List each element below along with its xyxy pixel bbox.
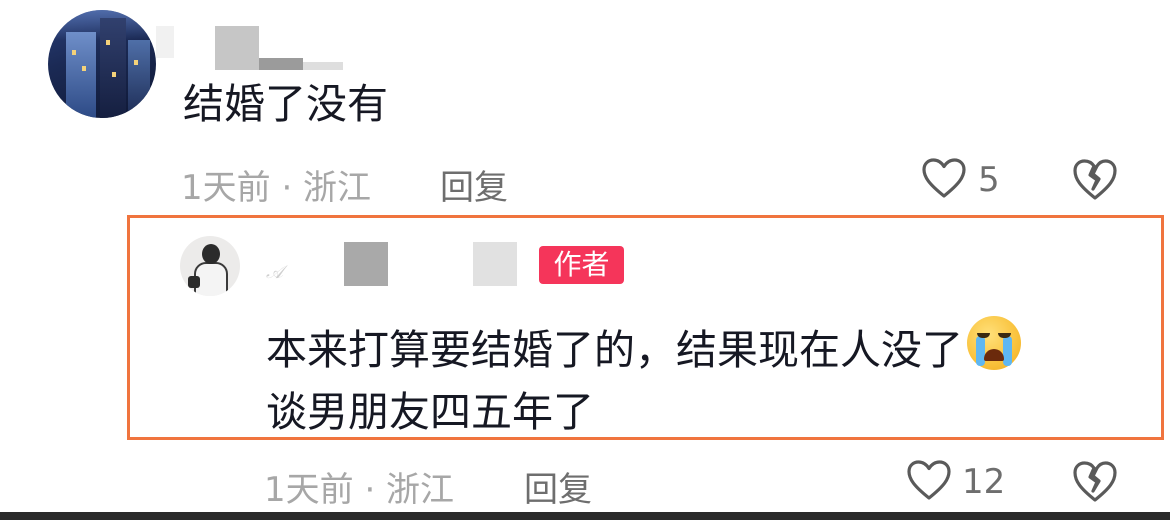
- crying-face-emoji: [967, 316, 1021, 370]
- comment-text: 结婚了没有: [183, 80, 388, 128]
- comment-timestamp-location: 1天前 · 浙江: [181, 168, 372, 208]
- reply-button[interactable]: 回复: [524, 462, 592, 511]
- username-redaction: [156, 26, 174, 58]
- reply-button[interactable]: 回复: [440, 160, 508, 209]
- reply-text: 本来打算要结婚了的，结果现在人没了: [266, 326, 963, 374]
- username-redaction: 𝒜: [266, 262, 284, 283]
- author-badge: 作者: [539, 246, 624, 284]
- commenter-avatar[interactable]: [48, 10, 156, 118]
- username-redaction: [473, 242, 517, 286]
- reply-text-line-2: 谈男朋友四五年了: [266, 388, 594, 436]
- broken-heart-icon[interactable]: [1072, 157, 1118, 201]
- like-count: 5: [978, 160, 1000, 200]
- username-redaction: [215, 26, 259, 70]
- reply-timestamp-location: 1天前 · 浙江: [264, 470, 455, 510]
- username-redaction: [303, 62, 343, 70]
- heart-outline-icon[interactable]: [906, 459, 952, 501]
- broken-heart-icon[interactable]: [1072, 459, 1118, 503]
- bottom-divider: [0, 512, 1170, 520]
- username-redaction: [259, 58, 303, 70]
- username-redaction: [344, 242, 388, 286]
- like-count: 12: [962, 462, 1006, 502]
- heart-outline-icon[interactable]: [921, 157, 967, 199]
- author-avatar[interactable]: [180, 236, 240, 296]
- reply-text-line-1: 本来打算要结婚了的，结果现在人没了: [266, 316, 1021, 375]
